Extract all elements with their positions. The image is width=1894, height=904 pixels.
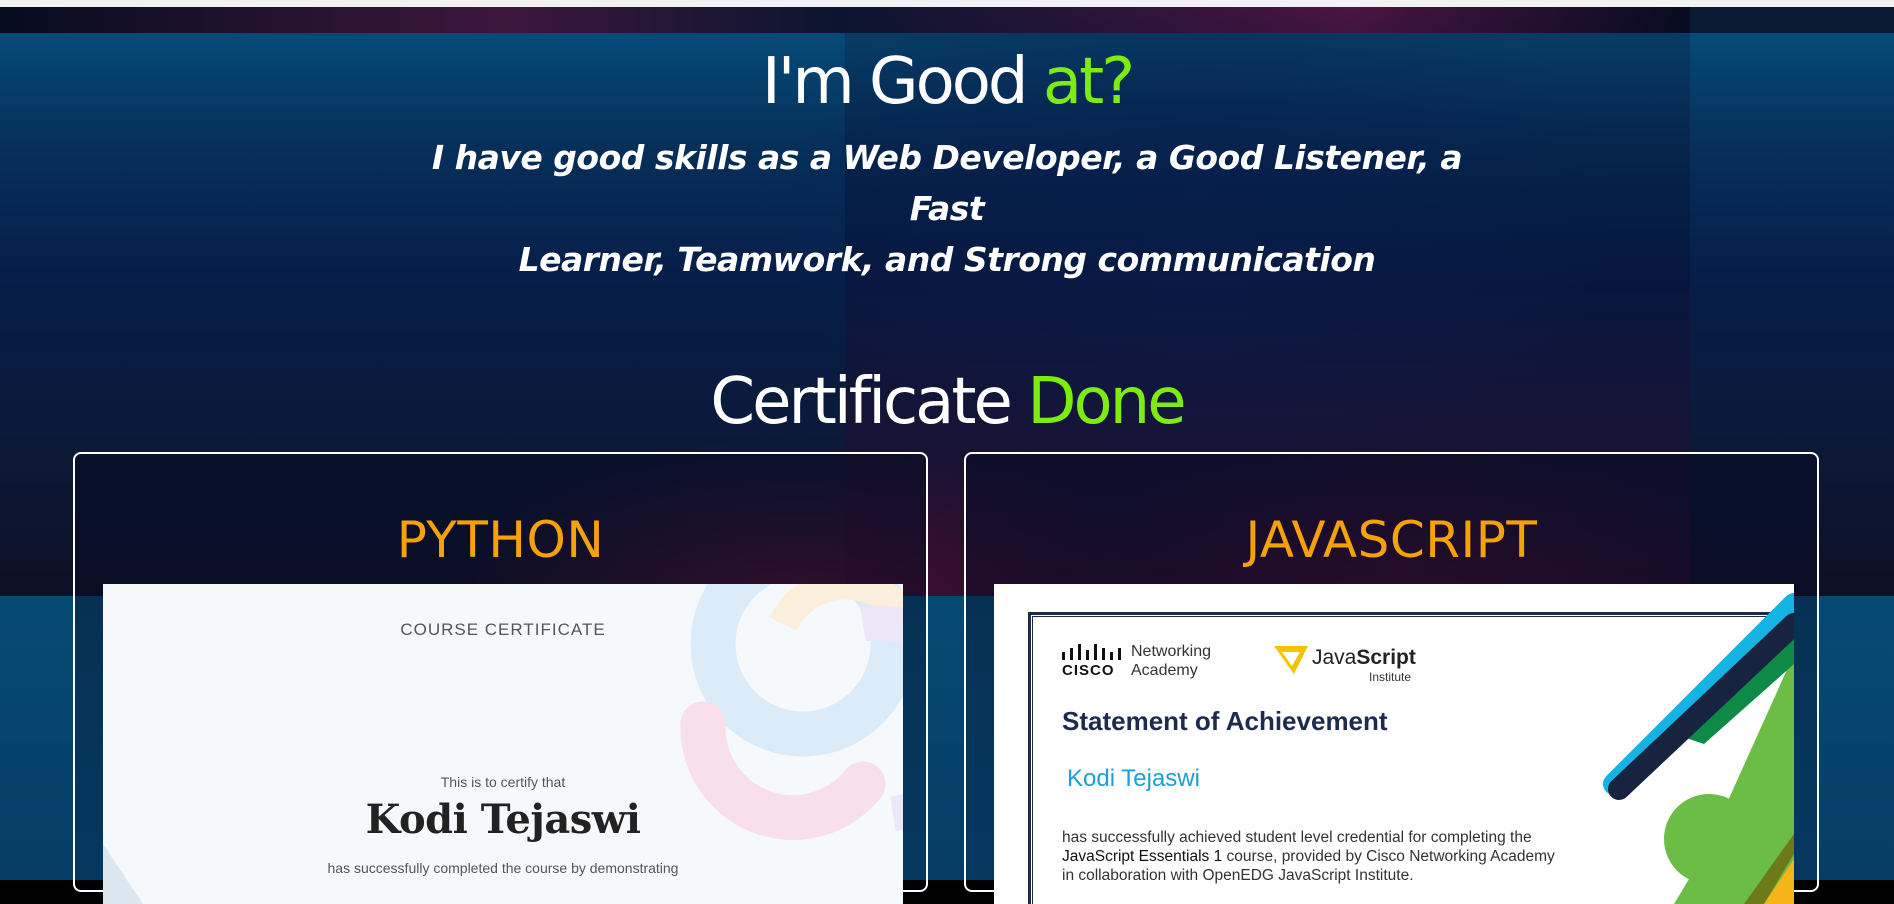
cisco-wordmark: CISCO bbox=[1062, 662, 1115, 679]
certificates-heading-accent: Done bbox=[1027, 365, 1186, 439]
javascript-institute-wordmark: JavaScript bbox=[1312, 646, 1416, 670]
networking-academy-label: Networking Academy bbox=[1131, 642, 1211, 680]
skills-description: I have good skills as a Web Developer, a… bbox=[400, 132, 1494, 285]
certificate-title: JAVASCRIPT bbox=[1245, 511, 1538, 569]
academy-text: Academy bbox=[1131, 662, 1198, 679]
javascript-certificate-image[interactable]: CISCO Networking Academy JavaScript Inst… bbox=[994, 584, 1794, 904]
achievement-body: has successfully achieved student level … bbox=[1062, 828, 1622, 885]
body-line1: has successfully achieved student level … bbox=[1062, 829, 1532, 846]
body-line2: JavaScript Essentials 1 course, provided… bbox=[1062, 847, 1622, 866]
js-bold: Script bbox=[1356, 646, 1416, 669]
js-prefix: Java bbox=[1312, 646, 1357, 669]
certificates-heading-main: Certificate bbox=[710, 365, 1028, 439]
cisco-logo-icon bbox=[1062, 644, 1121, 660]
skills-description-line1: I have good skills as a Web Developer, a… bbox=[431, 138, 1463, 228]
certificate-card-python[interactable]: PYTHON COURSE CERTIFICATE This is to cer… bbox=[73, 452, 928, 904]
certify-text: This is to certify that bbox=[440, 774, 566, 790]
background-pane-top bbox=[0, 7, 1690, 33]
course-name: JavaScript Essentials 1 bbox=[1062, 848, 1223, 865]
certificates-heading: Certificate Done bbox=[0, 362, 1894, 442]
certificate-title: PYTHON bbox=[396, 511, 605, 569]
skills-description-line2: Learner, Teamwork, and Strong communicat… bbox=[518, 240, 1376, 279]
networking-text: Networking bbox=[1131, 643, 1212, 660]
course-certificate-label: COURSE CERTIFICATE bbox=[400, 620, 606, 639]
javascript-institute-logo-icon bbox=[1274, 646, 1308, 674]
skills-heading: I'm Good at? bbox=[0, 42, 1894, 122]
institute-text: Institute bbox=[1369, 670, 1412, 684]
body-line2-rest: course, provided by Cisco Networking Aca… bbox=[1222, 848, 1555, 865]
course-description: has successfully completed the course by… bbox=[327, 860, 679, 876]
python-certificate-image[interactable]: COURSE CERTIFICATE This is to certify th… bbox=[103, 584, 903, 904]
body-line3: in collaboration with OpenEDG JavaScript… bbox=[1062, 867, 1414, 884]
skills-heading-accent: at? bbox=[1042, 45, 1135, 119]
recipient-name: Kodi Tejaswi bbox=[365, 796, 641, 843]
certificate-card-javascript[interactable]: JAVASCRIPT CISCO Networking Academy Java… bbox=[964, 452, 1819, 904]
recipient-name: Kodi Tejaswi bbox=[1067, 765, 1200, 792]
decorative-stripes-icon bbox=[1603, 593, 1794, 904]
top-strip bbox=[0, 0, 1894, 7]
skills-heading-main: I'm Good bbox=[761, 45, 1043, 119]
statement-heading: Statement of Achievement bbox=[1062, 706, 1388, 736]
